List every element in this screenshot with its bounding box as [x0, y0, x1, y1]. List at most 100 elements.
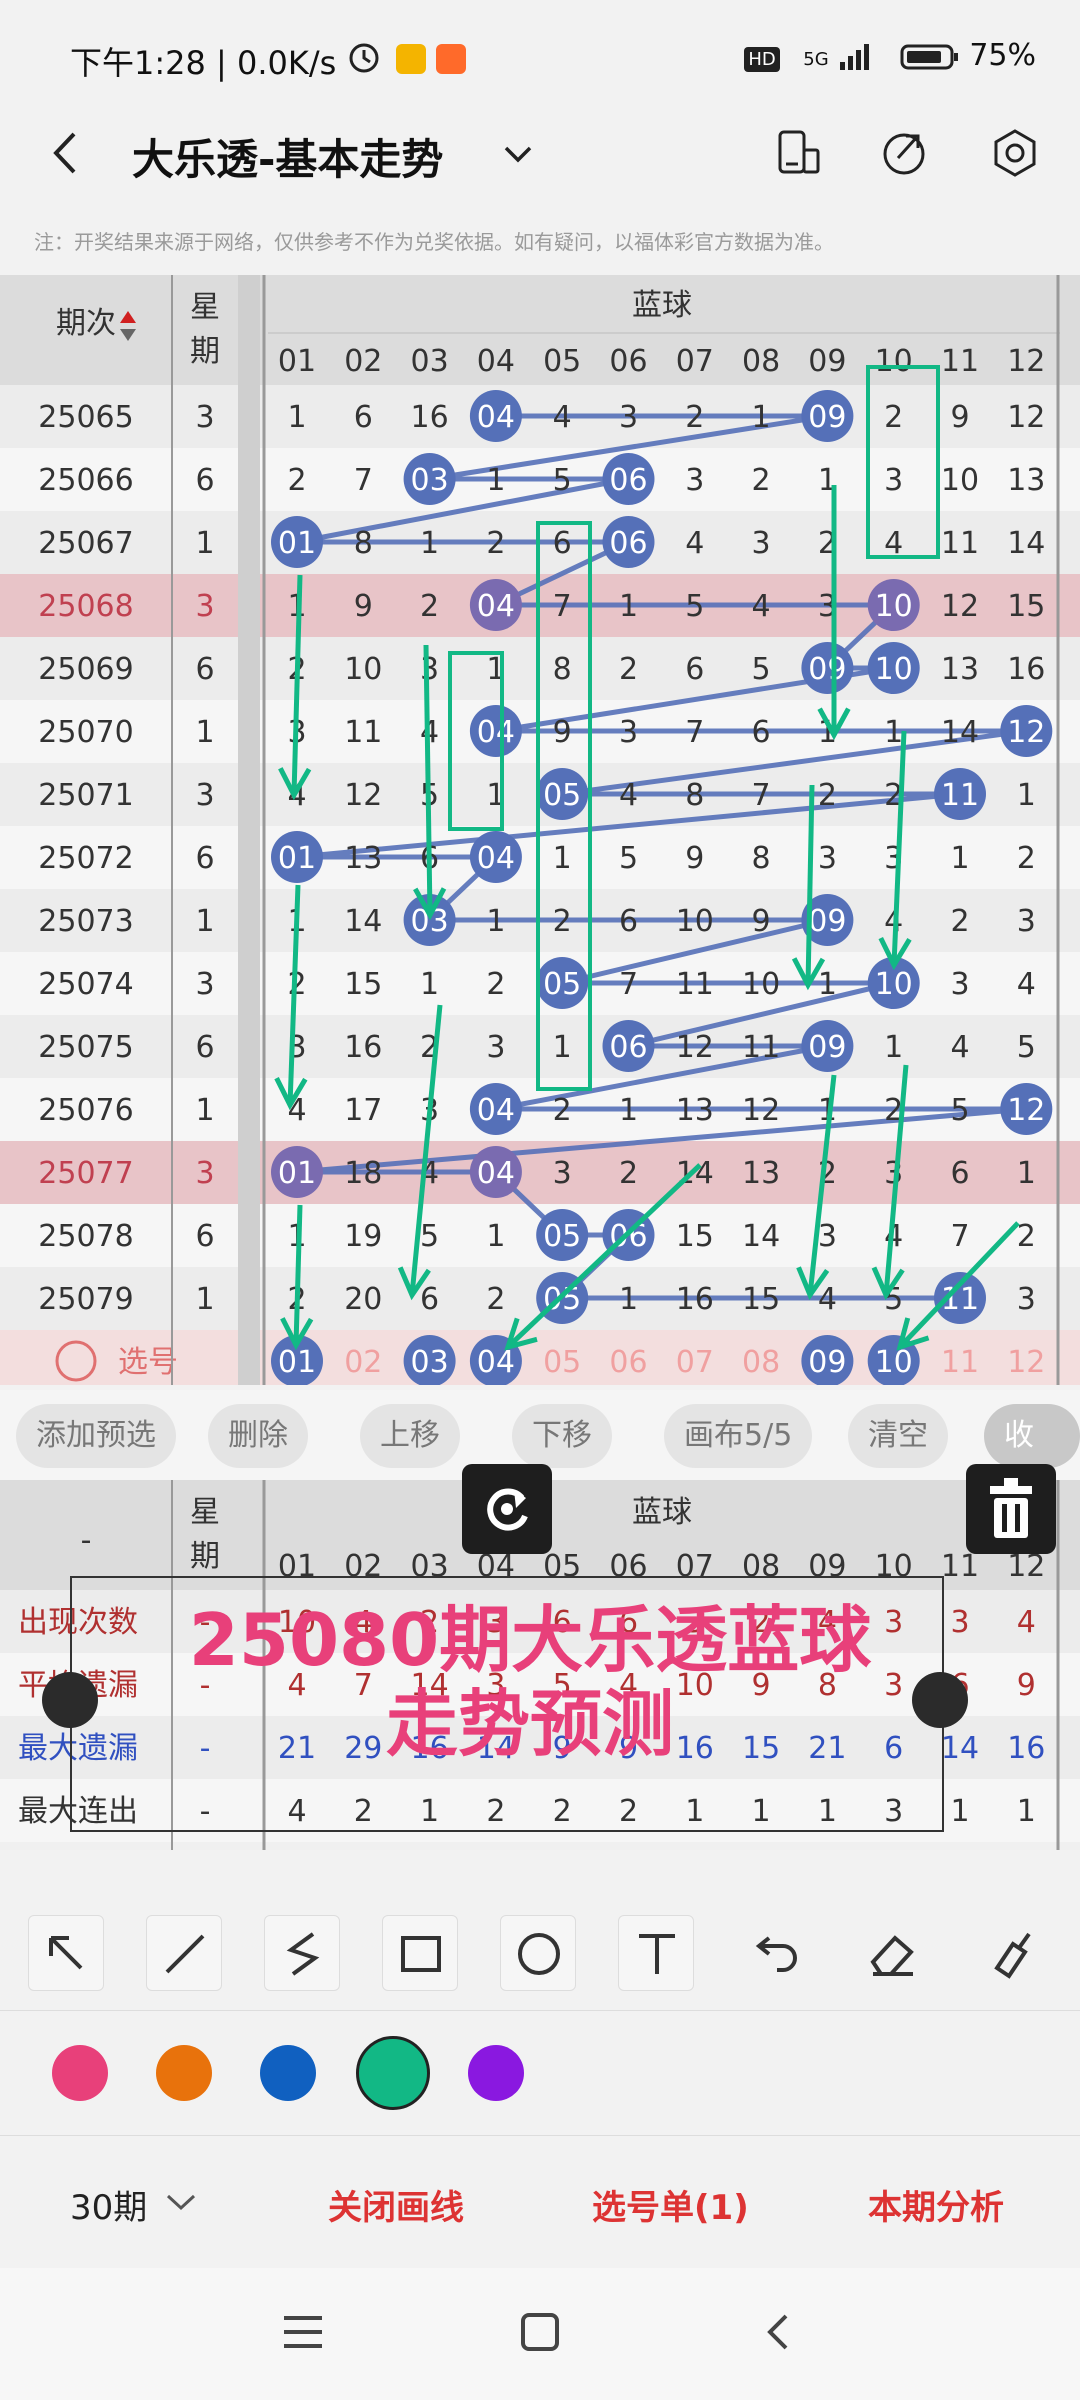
back-icon[interactable]	[46, 128, 86, 178]
row-week: 6	[195, 1219, 214, 1254]
number-header: 10	[875, 344, 913, 379]
hit-ball-number: 06	[609, 526, 647, 561]
column-week-header-2: 期	[190, 334, 220, 369]
undo-tool[interactable]	[736, 1915, 812, 1991]
miss-value: 15	[1007, 589, 1045, 624]
rectangle-tool[interactable]	[382, 1915, 458, 1991]
miss-value: 4	[818, 1282, 837, 1317]
refresh-button[interactable]	[462, 1464, 552, 1554]
collapse-button[interactable]: 收起	[984, 1404, 1080, 1517]
add-preselect-button[interactable]: 添加预选	[16, 1404, 176, 1468]
row-week: 1	[195, 1282, 214, 1317]
hit-ball-number: 04	[477, 400, 515, 435]
miss-value: 4	[685, 526, 704, 561]
number-header: 12	[1007, 344, 1045, 379]
miss-value: 2	[553, 904, 572, 939]
trash-button[interactable]	[966, 1464, 1056, 1554]
back-nav-icon[interactable]	[762, 2312, 792, 2352]
hit-ball-number: 03	[411, 463, 449, 498]
color-blue-swatch[interactable]	[260, 2045, 316, 2101]
select-list-button[interactable]: 选号单(1)	[592, 2180, 749, 2229]
overlay-line-2: 走势预测	[385, 1682, 674, 1766]
miss-value: 18	[344, 1156, 382, 1191]
miss-value: 7	[619, 967, 638, 1002]
home-icon[interactable]	[520, 2312, 560, 2352]
analysis-button[interactable]: 本期分析	[868, 2180, 1004, 2229]
miss-value: 5	[752, 652, 771, 687]
clear-button[interactable]: 清空	[848, 1404, 948, 1468]
line-tool-icon	[165, 1934, 205, 1974]
miss-value: 1	[752, 400, 771, 435]
curve-tool[interactable]	[264, 1915, 340, 1991]
number-header: 03	[411, 344, 449, 379]
trash-icon	[990, 1478, 1032, 1538]
move-up-button[interactable]: 上移	[360, 1404, 460, 1468]
phone-layout-icon[interactable]	[776, 128, 822, 178]
circle-tool[interactable]	[500, 1915, 576, 1991]
hit-ball-number: 04	[477, 1156, 515, 1191]
page-title[interactable]: 大乐透-基本走势	[132, 126, 443, 187]
stats-number-header: 11	[941, 1549, 979, 1584]
delete-button[interactable]: 删除	[208, 1404, 308, 1468]
settings-icon[interactable]	[990, 128, 1040, 178]
miss-value: 3	[752, 526, 771, 561]
miss-value: 4	[752, 589, 771, 624]
miss-value: 1	[619, 1093, 638, 1128]
miss-value: 11	[344, 715, 382, 750]
number-header: 05	[543, 344, 581, 379]
miss-value: 8	[354, 526, 373, 561]
miss-value: 6	[354, 400, 373, 435]
chevron-down-icon[interactable]	[164, 2192, 198, 2214]
miss-value: 9	[354, 589, 373, 624]
select-number: 02	[344, 1345, 382, 1380]
miss-value: 10	[676, 904, 714, 939]
hit-ball-number: 09	[808, 1030, 846, 1065]
row-period: 25075	[38, 1030, 133, 1065]
share-edit-icon[interactable]	[880, 128, 930, 178]
hit-ball-number: 01	[278, 1156, 316, 1191]
menu-icon[interactable]	[282, 2312, 324, 2352]
miss-value: 2	[1017, 1219, 1036, 1254]
stats-value: 16	[1007, 1731, 1045, 1766]
hd-badge: HD	[744, 47, 780, 72]
miss-value: 2	[752, 463, 771, 498]
close-lines-button[interactable]: 关闭画线	[328, 2180, 464, 2229]
select-number: 05	[543, 1345, 581, 1380]
miss-value: 19	[344, 1219, 382, 1254]
clear-all-tool[interactable]	[972, 1915, 1048, 1991]
miss-value: 14	[742, 1219, 780, 1254]
miss-value: 7	[752, 778, 771, 813]
miss-value: 2	[619, 1156, 638, 1191]
color-purple-swatch[interactable]	[468, 2045, 524, 2101]
color-pink-swatch[interactable]	[52, 2045, 108, 2101]
selected-ball-number: 01	[278, 1345, 316, 1380]
miss-value: 13	[742, 1156, 780, 1191]
miss-value: 1	[486, 463, 505, 498]
battery-percent: 75%	[969, 38, 1036, 73]
eraser-tool[interactable]	[854, 1915, 930, 1991]
row-period: 25067	[38, 526, 133, 561]
miss-value: 1	[884, 1030, 903, 1065]
number-header: 04	[477, 344, 515, 379]
miss-value: 2	[486, 1282, 505, 1317]
chevron-down-icon[interactable]	[500, 142, 536, 166]
miss-value: 13	[676, 1093, 714, 1128]
canvas-page-button[interactable]: 画布5/5	[664, 1404, 813, 1468]
move-down-button[interactable]: 下移	[512, 1404, 612, 1468]
period-selector[interactable]: 30期	[70, 2180, 147, 2229]
miss-value: 2	[685, 400, 704, 435]
text-tool[interactable]	[618, 1915, 694, 1991]
circle-tool-icon	[518, 1933, 560, 1975]
miss-value: 9	[685, 841, 704, 876]
color-orange-swatch[interactable]	[156, 2045, 212, 2101]
stats-value: 9	[1017, 1668, 1036, 1703]
miss-value: 3	[619, 715, 638, 750]
miss-value: 14	[1007, 526, 1045, 561]
line-tool[interactable]	[146, 1915, 222, 1991]
overlay-annotation[interactable]: 25080期大乐透蓝球 走势预测	[80, 1598, 980, 1766]
select-tool[interactable]	[28, 1915, 104, 1991]
miss-value: 13	[941, 652, 979, 687]
miss-value: 12	[344, 778, 382, 813]
miss-value: 13	[1007, 463, 1045, 498]
color-green-swatch-selected[interactable]	[356, 2036, 430, 2110]
